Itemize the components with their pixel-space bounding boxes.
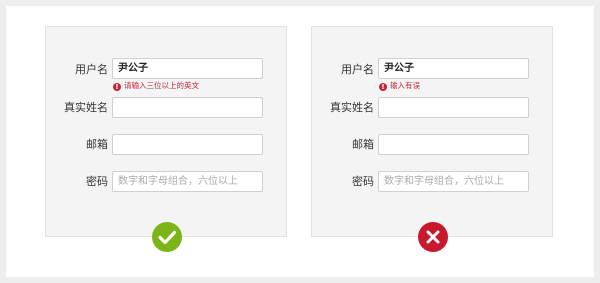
email-label: 邮箱	[86, 138, 108, 151]
error-text: 输入有误	[390, 81, 420, 90]
cross-icon	[418, 222, 448, 252]
username-error-message: ! 请输入三位以上的英文	[113, 81, 199, 91]
realname-field[interactable]	[112, 97, 263, 118]
username-label: 用户名	[75, 63, 108, 76]
username-field[interactable]: 尹公子	[378, 58, 529, 79]
email-field[interactable]	[378, 134, 529, 155]
realname-label: 真实姓名	[330, 101, 374, 114]
password-label: 密码	[86, 175, 108, 188]
error-icon: !	[379, 83, 387, 91]
error-icon: !	[113, 83, 121, 91]
form-panel-valid: 用户名 尹公子 ! 请输入三位以上的英文 真实姓名 邮箱 密码 数字和字母组合，六…	[45, 26, 287, 237]
password-field[interactable]: 数字和字母组合，六位以上	[112, 171, 263, 192]
check-icon	[152, 222, 182, 252]
form-panel-invalid: 用户名 尹公子 ! 输入有误 真实姓名 邮箱 密码 数字和字母组合，六位以上	[311, 26, 553, 237]
email-field[interactable]	[112, 134, 263, 155]
username-field[interactable]: 尹公子	[112, 58, 263, 79]
email-label: 邮箱	[352, 138, 374, 151]
password-label: 密码	[352, 175, 374, 188]
username-error-message: ! 输入有误	[379, 81, 420, 91]
error-text: 请输入三位以上的英文	[124, 81, 199, 90]
realname-label: 真实姓名	[64, 101, 108, 114]
password-field[interactable]: 数字和字母组合，六位以上	[378, 171, 529, 192]
realname-field[interactable]	[378, 97, 529, 118]
username-label: 用户名	[341, 63, 374, 76]
